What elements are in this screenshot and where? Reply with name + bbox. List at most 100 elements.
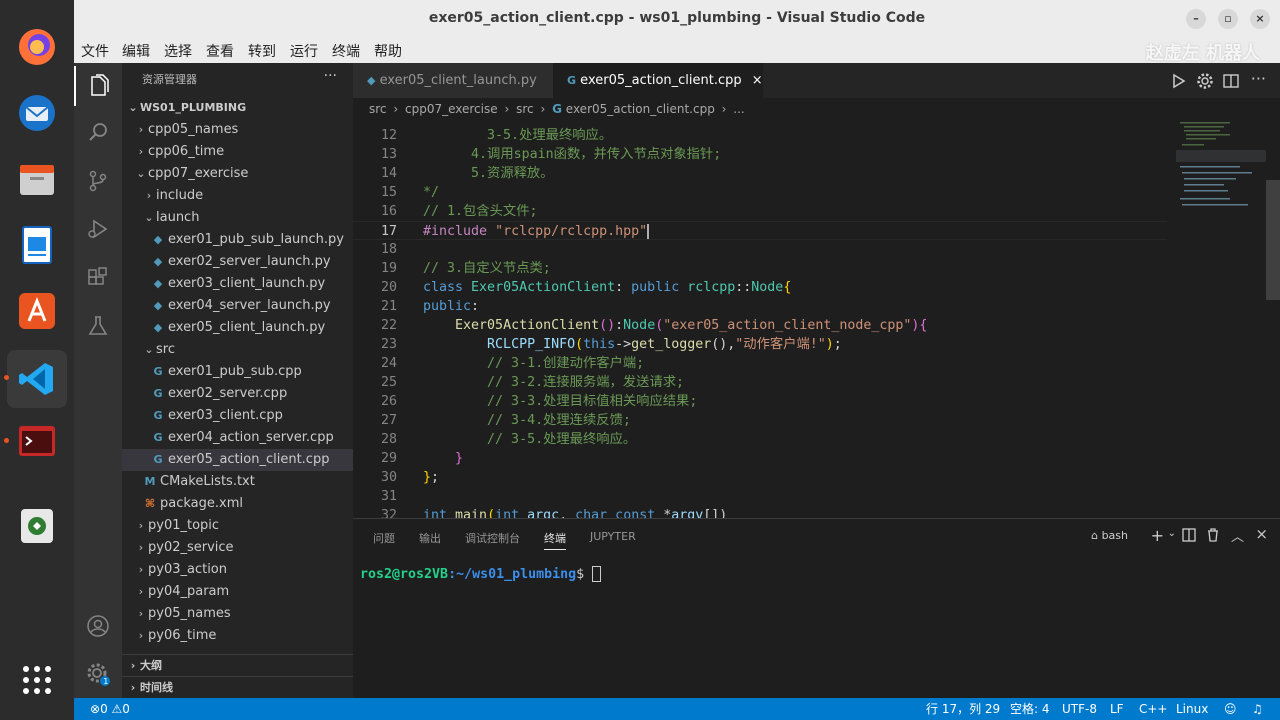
minimap[interactable] [1176, 120, 1266, 220]
firefox-icon[interactable] [13, 23, 61, 71]
tree-item-include[interactable]: › include [122, 185, 353, 207]
indentation[interactable]: 空格: 4 [1010, 698, 1050, 720]
tab-exer05-action-client[interactable]: G exer05_action_client.cpp × [553, 63, 763, 98]
outline-section[interactable]: › 大纲 [122, 654, 353, 676]
tree-item-package-xml[interactable]: ⌘ package.xml [122, 493, 353, 515]
code-line[interactable]: 27 // 3-4.处理连续反馈; [353, 411, 1167, 430]
close-panel-icon[interactable]: × [1255, 525, 1268, 543]
tree-item-cpp05-names[interactable]: › cpp05_names [122, 119, 353, 141]
tab-problems[interactable]: 问题 [373, 530, 395, 546]
notifications-bell-icon[interactable]: ♫ [1252, 698, 1263, 720]
tab-debug-console[interactable]: 调试控制台 [465, 530, 520, 546]
tree-item-cpp07-exercise[interactable]: ⌄ cpp07_exercise [122, 163, 353, 185]
tree-item-cmakelists-txt[interactable]: M CMakeLists.txt [122, 471, 353, 493]
more-actions-icon[interactable]: ··· [1251, 69, 1266, 88]
run-code-icon[interactable] [1170, 72, 1188, 90]
tree-item-exer03-client-cpp[interactable]: Gexer03_client.cpp [122, 405, 353, 427]
tree-item-py02-service[interactable]: › py02_service [122, 537, 353, 559]
menu-go[interactable]: 转到 [248, 41, 276, 61]
source-control-icon[interactable] [74, 161, 122, 201]
code-line[interactable]: 32 int main(int argc, char const *argv[]) [353, 506, 1167, 518]
tree-item-py06-time[interactable]: › py06_time [122, 625, 353, 647]
code-line[interactable]: 19 // 3.自定义节点类; [353, 259, 1167, 278]
language-mode[interactable]: C++ [1139, 698, 1168, 720]
tree-item-exer01-pub-sub-cpp[interactable]: Gexer01_pub_sub.cpp [122, 361, 353, 383]
menu-file[interactable]: 文件 [81, 41, 109, 61]
tree-item-py05-names[interactable]: › py05_names [122, 603, 353, 625]
manage-gear-icon[interactable]: 1 [74, 654, 122, 694]
run-debug-icon[interactable] [74, 209, 122, 249]
code-line[interactable]: 25 // 3-2.连接服务端，发送请求; [353, 373, 1167, 392]
split-editor-icon[interactable] [1222, 72, 1240, 90]
code-line[interactable]: 24 // 3-1.创建动作客户端; [353, 354, 1167, 373]
feedback-icon[interactable]: ☺ [1224, 698, 1237, 720]
code-line[interactable]: 20 class Exer05ActionClient: public rclcp… [353, 278, 1167, 297]
code-line[interactable]: 21 public: [353, 297, 1167, 316]
problems-indicator[interactable]: ⊗0 ⚠0 [90, 698, 130, 720]
code-line[interactable]: 13 4.调用spain函数，并传入节点对象指针; [353, 145, 1167, 164]
tree-item-cpp06-time[interactable]: › cpp06_time [122, 141, 353, 163]
code-line[interactable]: 17 #include "rclcpp/rclcpp.hpp" [353, 221, 1167, 240]
tree-item-exer01-pub-sub-launch-py[interactable]: ◆ exer01_pub_sub_launch.py [122, 229, 353, 251]
tree-item-py04-param[interactable]: › py04_param [122, 581, 353, 603]
tree-item-py03-action[interactable]: › py03_action [122, 559, 353, 581]
explorer-icon[interactable] [74, 66, 122, 106]
breadcrumb-item[interactable]: cpp07_exercise [405, 102, 498, 116]
tab-jupyter[interactable]: JUPYTER [590, 530, 636, 543]
split-terminal-icon[interactable] [1182, 528, 1196, 542]
thunderbird-icon[interactable] [13, 89, 61, 137]
terminal[interactable]: ros2@ros2VB:~/ws01_plumbing$ [353, 554, 1280, 698]
code-line[interactable]: 12 3-5.处理最终响应。 [353, 126, 1167, 145]
os-indicator[interactable]: Linux [1176, 698, 1208, 720]
tree-item-exer03-client-launch-py[interactable]: ◆ exer03_client_launch.py [122, 273, 353, 295]
code-line[interactable]: 26 // 3-3.处理目标值相关响应结果; [353, 392, 1167, 411]
menu-run[interactable]: 运行 [290, 41, 318, 61]
workspace-root[interactable]: ⌄ WS01_PLUMBING [122, 97, 353, 119]
menu-selection[interactable]: 选择 [164, 41, 192, 61]
apps-grid-icon[interactable] [13, 656, 61, 704]
new-terminal-icon[interactable]: + [1151, 526, 1164, 545]
files-icon[interactable] [13, 155, 61, 203]
kill-terminal-icon[interactable] [1206, 528, 1220, 542]
terminal-icon[interactable] [13, 417, 61, 465]
tree-item-exer02-server-cpp[interactable]: Gexer02_server.cpp [122, 383, 353, 405]
software-icon[interactable] [13, 287, 61, 335]
testing-icon[interactable] [74, 306, 122, 346]
search-icon[interactable] [74, 112, 122, 152]
editor-scrollbar[interactable] [1266, 180, 1280, 300]
code-line[interactable]: 28 // 3-5.处理最终响应。 [353, 430, 1167, 449]
menu-terminal[interactable]: 终端 [332, 41, 360, 61]
tree-item-src[interactable]: ⌄ src [122, 339, 353, 361]
code-line[interactable]: 18 [353, 240, 1167, 259]
breadcrumb-item[interactable]: src [516, 102, 534, 116]
writer-icon[interactable] [13, 221, 61, 269]
code-line[interactable]: 29 } [353, 449, 1167, 468]
maximize-panel-icon[interactable]: ︿ [1231, 526, 1244, 545]
settings-gear-icon[interactable] [1196, 72, 1214, 90]
timeline-section[interactable]: › 时间线 [122, 676, 353, 698]
code-line[interactable]: 23 RCLCPP_INFO(this->get_logger(),"动作客户端… [353, 335, 1167, 354]
tree-item-py01-topic[interactable]: › py01_topic [122, 515, 353, 537]
close-tab-icon[interactable]: × [752, 73, 763, 88]
breadcrumb-item[interactable]: ... [733, 102, 744, 116]
tab-output[interactable]: 输出 [419, 530, 441, 546]
tree-item-exer05-action-client-cpp[interactable]: Gexer05_action_client.cpp [122, 449, 353, 471]
code-editor[interactable]: 12 3-5.处理最终响应。 13 4.调用spain函数，并传入节点对象指针; 1… [353, 120, 1280, 518]
tab-exer05-client-launch[interactable]: ◆ exer05_client_launch.py [353, 63, 553, 98]
tree-item-exer04-server-launch-py[interactable]: ◆ exer04_server_launch.py [122, 295, 353, 317]
extensions-icon[interactable] [74, 258, 122, 298]
chevron-down-icon[interactable]: ⌄ [1168, 528, 1176, 539]
code-line[interactable]: 30}; [353, 468, 1167, 487]
menu-view[interactable]: 查看 [206, 41, 234, 61]
explorer-more-icon[interactable]: ··· [324, 68, 337, 84]
tree-item-launch[interactable]: ⌄ launch [122, 207, 353, 229]
code-line[interactable]: 22 Exer05ActionClient():Node("exer05_act… [353, 316, 1167, 335]
tree-item-exer04-action-server-cpp[interactable]: Gexer04_action_server.cpp [122, 427, 353, 449]
code-line[interactable]: 14 5.资源释放。 [353, 164, 1167, 183]
terminal-shell-selector[interactable]: ⌂ bash [1091, 529, 1128, 542]
trash-icon[interactable] [13, 502, 61, 550]
menu-edit[interactable]: 编辑 [122, 41, 150, 61]
code-line[interactable]: 16 // 1.包含头文件; [353, 202, 1167, 221]
menu-help[interactable]: 帮助 [374, 41, 402, 61]
close-window-icon[interactable]: × [1250, 9, 1270, 29]
